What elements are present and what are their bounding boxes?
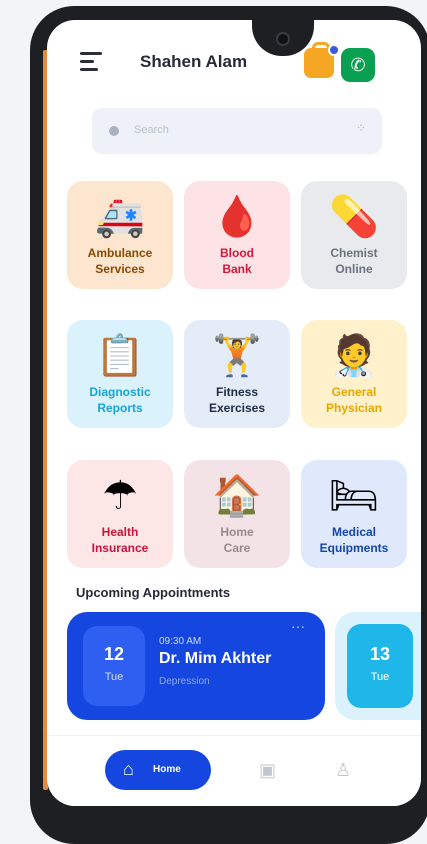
profile-icon[interactable]: ♙: [335, 760, 351, 781]
section-title-appointments: Upcoming Appointments: [76, 585, 231, 600]
appointment-weekday: Tue: [104, 671, 124, 683]
user-name: Shahen Alam: [140, 52, 248, 71]
service-tile[interactable]: 🏋 Fitness Exercises: [184, 320, 290, 428]
hospital-bed-icon: 🛏: [328, 474, 380, 518]
camera-icon: [276, 32, 290, 46]
service-label: Medical Equipments: [319, 525, 389, 555]
appointment-card[interactable]: 12 Tue 09:30 AM Dr. Mim Akhter Depressio…: [67, 612, 325, 720]
home-care-icon: 🏠: [212, 474, 262, 518]
doctor-icon: 🧑‍⚕️: [329, 334, 379, 378]
service-label: Fitness Exercises: [208, 385, 266, 415]
app-screen: Shahen Alam ✆ Search ⁘ 🚑 Ambulance Servic…: [47, 20, 421, 806]
service-tile[interactable]: 🏠 Home Care: [184, 460, 290, 568]
service-label: Health Insurance: [91, 525, 149, 555]
service-label: Chemist Online: [330, 246, 378, 276]
service-label: General Physician: [325, 385, 383, 415]
appointment-card[interactable]: 13 Tue: [335, 612, 421, 720]
search-placeholder: Search: [134, 124, 169, 136]
service-label: Home Care: [220, 525, 254, 555]
service-tile[interactable]: 🛏 Medical Equipments: [301, 460, 407, 568]
search-icon: [109, 126, 119, 136]
service-tile[interactable]: 🩸 Blood Bank: [184, 181, 290, 289]
ambulance-icon: 🚑: [95, 195, 145, 239]
doctor-specialty: Depression: [159, 676, 210, 687]
phone-call-button[interactable]: ✆: [341, 48, 375, 82]
filter-icon[interactable]: ⁘: [356, 121, 366, 135]
notification-badge: [328, 44, 340, 56]
fitness-icon: 🏋: [212, 334, 262, 378]
service-tile[interactable]: 🚑 Ambulance Services: [67, 181, 173, 289]
bottom-navigation: ⌂ Home ▣ ♙: [47, 735, 421, 806]
service-tile[interactable]: 📋 Diagnostic Reports: [67, 320, 173, 428]
menu-icon[interactable]: [80, 52, 102, 72]
more-options-icon[interactable]: ···: [291, 618, 305, 634]
appointment-time: 09:30 AM: [159, 636, 202, 647]
appointment-date: 13 Tue: [347, 624, 413, 708]
appointment-weekday: Tue: [370, 671, 390, 683]
service-label: Blood Bank: [220, 246, 254, 276]
appointment-day: 13: [369, 644, 391, 664]
service-tile[interactable]: 💊 Chemist Online: [301, 181, 407, 289]
pills-icon: 💊: [329, 195, 379, 239]
service-label: Diagnostic Reports: [89, 385, 151, 415]
appointment-date: 12 Tue: [83, 626, 145, 706]
service-tile[interactable]: ☂ Health Insurance: [67, 460, 173, 568]
appointment-day: 12: [103, 644, 125, 664]
umbrella-heart-icon: ☂: [102, 474, 138, 518]
home-icon: ⌂: [123, 759, 134, 779]
doctor-name: Dr. Mim Akhter: [159, 650, 272, 667]
calendar-icon[interactable]: ▣: [259, 760, 276, 781]
clipboard-heart-icon: 📋: [95, 334, 145, 378]
blood-bag-icon: 🩸: [212, 195, 262, 239]
service-tile[interactable]: 🧑‍⚕️ General Physician: [301, 320, 407, 428]
nav-home-button[interactable]: ⌂ Home: [105, 750, 211, 790]
nav-home-label: Home: [153, 764, 181, 775]
service-label: Ambulance Services: [87, 246, 153, 276]
search-input[interactable]: Search ⁘: [92, 108, 382, 154]
